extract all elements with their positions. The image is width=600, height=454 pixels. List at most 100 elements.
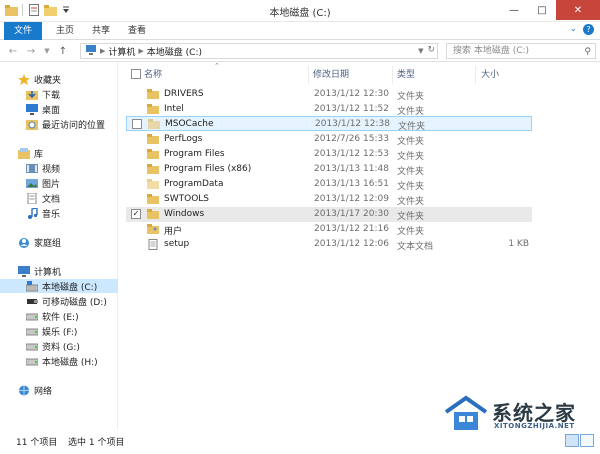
refresh-icon[interactable]: ↻: [427, 45, 435, 57]
sort-ascending-icon: ⌃: [214, 62, 220, 70]
column-header-size[interactable]: 大小: [481, 68, 499, 82]
table-row[interactable]: DRIVERS 2013/1/12 12:30 文件夹: [126, 87, 532, 102]
search-icon[interactable]: ⚲: [584, 45, 591, 59]
table-row[interactable]: PerfLogs 2012/7/26 15:33 文件夹: [126, 132, 532, 147]
file-name: Program Files: [164, 149, 225, 159]
view-switcher: [565, 434, 594, 447]
computer-icon: [18, 265, 30, 277]
file-type: 文件夹: [397, 92, 425, 102]
nav-item-label: 音乐: [42, 209, 61, 220]
file-date: 2013/1/12 12:09: [314, 194, 389, 204]
text-file-icon: [147, 239, 159, 250]
file-date: 2013/1/12 21:16: [314, 224, 389, 234]
table-row[interactable]: ✓ Windows 2013/1/17 20:30 文件夹: [126, 207, 532, 222]
system-drive-icon: [25, 280, 39, 292]
table-row[interactable]: Intel 2013/1/12 11:52 文件夹: [126, 102, 532, 117]
minimize-button[interactable]: —: [500, 0, 528, 20]
close-button[interactable]: ✕: [556, 0, 600, 20]
file-name: SWTOOLS: [164, 194, 210, 204]
file-name: MSOCache: [165, 119, 214, 129]
folder-icon: [147, 89, 159, 99]
selected-count: 选中 1 个项目: [68, 438, 125, 448]
search-input[interactable]: 搜索 本地磁盘 (C:) ⚲: [446, 43, 596, 59]
details-view-icon[interactable]: [565, 434, 579, 447]
recent-places-icon: [26, 119, 38, 130]
forward-arrow-icon: →: [26, 45, 36, 57]
breadcrumb-computer[interactable]: 计算机: [108, 45, 135, 58]
download-icon: [26, 89, 38, 100]
recent-locations-button[interactable]: ▼: [40, 44, 54, 58]
desktop-icon: [26, 103, 38, 115]
folder-icon: [147, 194, 159, 204]
window-controls: — □ ✕: [500, 0, 600, 20]
table-row[interactable]: SWTOOLS 2013/1/12 12:09 文件夹: [126, 192, 532, 207]
tab-home[interactable]: 主页: [48, 22, 82, 40]
breadcrumb-arrow-icon[interactable]: ▶: [138, 47, 143, 55]
status-bar: 11 个项目 选中 1 个项目: [0, 430, 600, 454]
nav-item-drive-c[interactable]: 本地磁盘 (C:): [0, 279, 118, 293]
user-folder-icon: [147, 224, 159, 234]
nav-network-label: 网络: [34, 386, 53, 397]
breadcrumb-arrow-icon[interactable]: ▶: [100, 47, 105, 55]
file-name: Intel: [164, 104, 184, 114]
document-icon: [26, 192, 38, 204]
video-icon: [26, 163, 38, 174]
tab-share[interactable]: 共享: [84, 22, 118, 40]
homegroup-icon: [18, 237, 30, 248]
file-date: 2012/7/26 15:33: [314, 134, 389, 144]
back-button[interactable]: ←: [6, 44, 20, 58]
table-row[interactable]: MSOCache 2013/1/12 12:38 文件夹: [126, 116, 532, 132]
tab-file[interactable]: 文件: [4, 22, 42, 40]
address-bar[interactable]: ▶ 计算机 ▶ 本地磁盘 (C:) ▼ ↻: [80, 43, 438, 59]
column-header-type[interactable]: 类型: [397, 68, 415, 82]
table-row[interactable]: Program Files 2013/1/12 12:53 文件夹: [126, 147, 532, 162]
drive-icon: [25, 356, 39, 367]
file-type: 文件夹: [397, 212, 425, 222]
help-icon[interactable]: ?: [583, 24, 594, 35]
star-icon: [18, 73, 30, 85]
maximize-button[interactable]: □: [528, 0, 556, 20]
ribbon-right-controls: ⌄ ?: [569, 24, 594, 35]
nav-item-label: 下载: [42, 90, 61, 101]
network-icon: [18, 385, 30, 396]
file-type: 文件夹: [398, 122, 426, 132]
up-button[interactable]: ↑: [56, 44, 70, 58]
column-header-date[interactable]: 修改日期: [313, 68, 349, 82]
file-name: setup: [164, 239, 190, 249]
chevron-down-icon: ▼: [44, 47, 50, 55]
large-icons-view-icon[interactable]: [580, 434, 594, 447]
usb-drive-icon: [26, 296, 38, 307]
folder-icon: [147, 104, 159, 114]
address-dropdown-icon[interactable]: ▼: [418, 45, 423, 57]
column-header-name[interactable]: 名称: [144, 68, 162, 82]
file-name: Program Files (x86): [164, 164, 252, 174]
file-date: 2013/1/12 11:52: [314, 104, 389, 114]
row-checkbox[interactable]: ✓: [131, 209, 141, 219]
column-divider[interactable]: [475, 66, 476, 84]
column-divider[interactable]: [392, 66, 393, 84]
file-type: 文本文档: [397, 242, 434, 252]
file-date: 2013/1/13 16:51: [314, 179, 389, 189]
table-row[interactable]: setup 2013/1/12 12:06 文本文档 1 KB: [126, 237, 532, 252]
library-icon: [18, 147, 30, 159]
file-type: 文件夹: [397, 227, 425, 237]
drive-icon: [25, 311, 39, 322]
table-row[interactable]: 用户 2013/1/12 21:16 文件夹: [126, 222, 532, 237]
expand-ribbon-icon[interactable]: ⌄: [569, 24, 577, 35]
column-divider[interactable]: [308, 66, 309, 84]
select-all-checkbox[interactable]: [131, 69, 141, 79]
nav-item-label: 桌面: [42, 105, 61, 116]
close-icon: ✕: [573, 4, 583, 16]
folder-icon: [147, 149, 159, 159]
table-row[interactable]: ProgramData 2013/1/13 16:51 文件夹: [126, 177, 532, 192]
file-type: 文件夹: [397, 197, 425, 207]
item-count: 11 个项目: [16, 438, 58, 448]
forward-button[interactable]: →: [24, 44, 38, 58]
nav-item-label: 本地磁盘 (C:): [42, 282, 98, 293]
row-checkbox[interactable]: [132, 119, 142, 129]
computer-icon: [85, 44, 97, 58]
tab-view[interactable]: 查看: [120, 22, 154, 40]
table-row[interactable]: Program Files (x86) 2013/1/13 11:48 文件夹: [126, 162, 532, 177]
minimize-icon: —: [509, 4, 519, 16]
breadcrumb-drive-c[interactable]: 本地磁盘 (C:): [147, 45, 202, 58]
